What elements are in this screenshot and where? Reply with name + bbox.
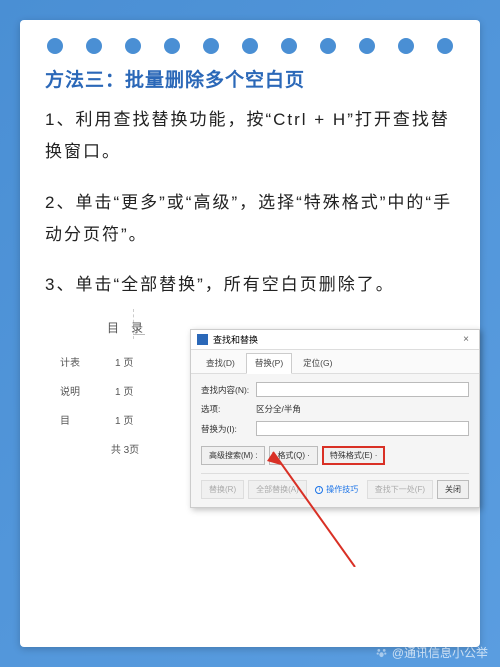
tips-link[interactable]: i 操作技巧 (315, 484, 358, 495)
find-next-button[interactable]: 查找下一处(F) (367, 480, 433, 499)
replace-label: 替换为(I): (201, 423, 256, 435)
find-replace-dialog: 查找和替换 × 查找(D) 替换(P) 定位(G) 查找内容(N): 选项: 区… (190, 329, 480, 508)
dialog-title: 查找和替换 (213, 333, 459, 346)
close-button[interactable]: 关闭 (437, 480, 469, 499)
tab-find[interactable]: 查找(D) (197, 353, 244, 373)
options-label: 选项: (201, 403, 256, 415)
find-label: 查找内容(N): (201, 384, 256, 396)
watermark-text: @通讯信息小公举 (392, 644, 488, 661)
paw-icon (375, 646, 388, 659)
step-1: 1、利用查找替换功能，按“Ctrl + H”打开查找替换窗口。 (45, 104, 455, 169)
tab-replace[interactable]: 替换(P) (246, 353, 292, 374)
special-format-button[interactable]: 特殊格式(E) · (322, 446, 386, 465)
options-value: 区分全/半角 (256, 403, 301, 415)
find-input[interactable] (256, 382, 469, 397)
tab-goto[interactable]: 定位(G) (294, 353, 341, 373)
doc-row: 说明 1 页 (45, 383, 205, 398)
notepad-card: 方法三：批量删除多个空白页 1、利用查找替换功能，按“Ctrl + H”打开查找… (20, 20, 480, 647)
doc-heading: 目录 (45, 319, 205, 336)
doc-total: 共 3页 (45, 441, 205, 456)
dialog-titlebar: 查找和替换 × (191, 330, 479, 350)
doc-row: 计表 1 页 (45, 354, 205, 369)
screenshot-area: 目录 计表 1 页 说明 1 页 目 1 页 共 3页 查找和替换 × 查找( (45, 319, 455, 564)
close-icon[interactable]: × (459, 334, 473, 345)
format-button[interactable]: 格式(Q) · (269, 446, 317, 465)
step-2: 2、单击“更多”或“高级”，选择“特殊格式”中的“手动分页符”。 (45, 187, 455, 252)
watermark: @通讯信息小公举 (375, 644, 488, 661)
dialog-app-icon (197, 334, 208, 345)
dialog-tabs: 查找(D) 替换(P) 定位(G) (191, 350, 479, 374)
spiral-binding (20, 38, 480, 54)
replace-one-button[interactable]: 替换(R) (201, 480, 244, 499)
replace-all-button[interactable]: 全部替换(A) (248, 480, 307, 499)
advanced-search-button[interactable]: 高级搜索(M) : (201, 446, 265, 465)
doc-row: 目 1 页 (45, 412, 205, 427)
replace-input[interactable] (256, 421, 469, 436)
step-3: 3、单击“全部替换”，所有空白页删除了。 (45, 269, 455, 301)
dialog-body: 查找内容(N): 选项: 区分全/半角 替换为(I): 高级搜索(M) : 格式… (191, 374, 479, 507)
method-title: 方法三：批量删除多个空白页 (45, 65, 455, 92)
document-background: 目录 计表 1 页 说明 1 页 目 1 页 共 3页 (45, 319, 205, 519)
info-icon: i (315, 486, 323, 494)
